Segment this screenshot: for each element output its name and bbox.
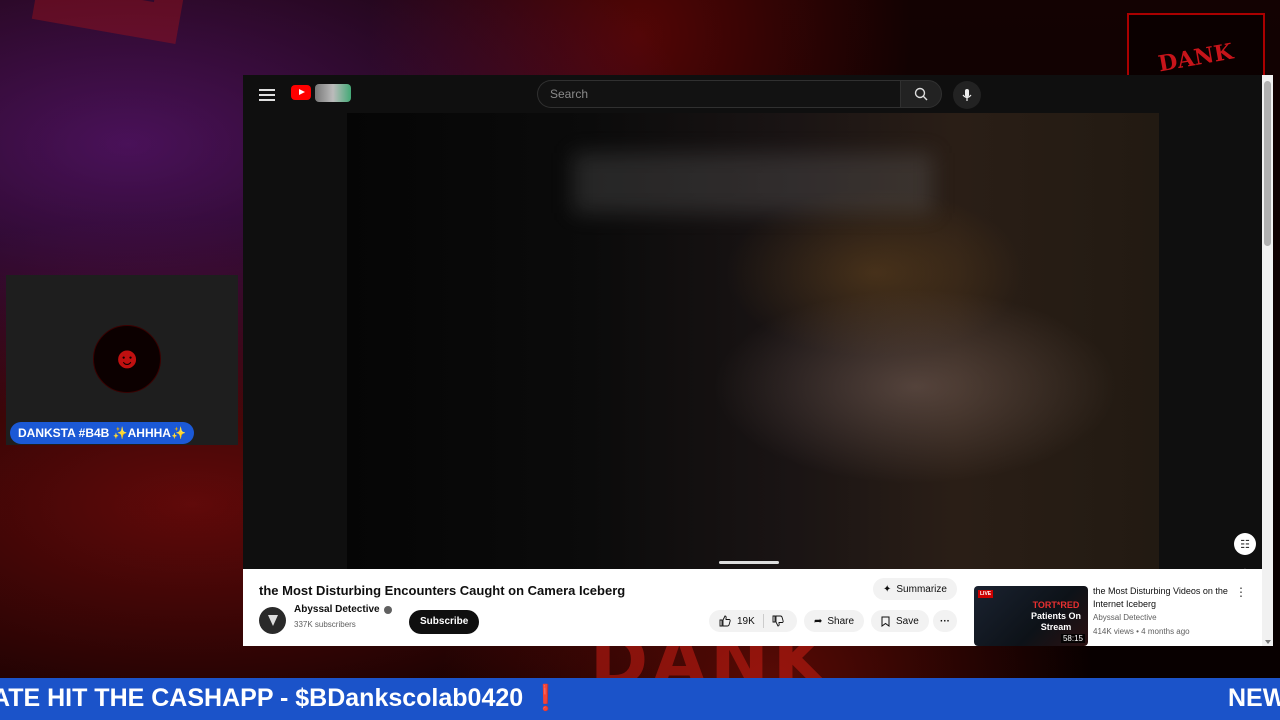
page-scrollbar[interactable] — [1262, 75, 1273, 646]
share-label: Share — [827, 615, 855, 627]
like-button[interactable]: 19K — [709, 614, 764, 628]
thumbnail-caption-white: Patients On Stream — [1030, 611, 1081, 632]
thumbs-down-icon — [772, 615, 784, 627]
like-dislike-group: 19K — [709, 610, 797, 632]
ticker-next-message: NEW — [1228, 684, 1280, 712]
recommended-video-title[interactable]: the Most Disturbing Videos on the Intern… — [1093, 585, 1228, 611]
channel-avatar[interactable] — [259, 607, 286, 634]
kebab-menu-icon[interactable]: ⋮ — [1235, 585, 1247, 599]
corner-logo-text: DANK — [1156, 38, 1236, 78]
share-icon: ➦ — [814, 615, 823, 627]
donation-ticker: ATE HIT THE CASHAPP - $BDankscolab0420 ❗… — [0, 678, 1280, 720]
summarize-button[interactable]: ✦ Summarize — [873, 578, 957, 600]
more-actions-button[interactable]: ··· — [933, 610, 957, 632]
summarize-label: Summarize — [896, 583, 947, 595]
youtube-logo-icon[interactable] — [291, 85, 311, 100]
streamer-avatar: ☻ — [93, 325, 161, 393]
bookmark-icon — [881, 616, 890, 627]
search-input[interactable] — [537, 80, 900, 108]
subscribe-button[interactable]: Subscribe — [409, 610, 480, 634]
streamer-name-badge: DANKSTA #B4B ✨AHHHA✨ — [10, 422, 194, 444]
video-duration: 58:15 — [1060, 634, 1085, 643]
recommended-video-channel[interactable]: Abyssal Detective — [1093, 613, 1157, 622]
chat-toggle-button[interactable]: ☷ — [1234, 533, 1256, 555]
youtube-browser-window: ☷ ✦ the Most Disturbing Encounters Caugh… — [243, 75, 1273, 646]
ticker-message-text: ATE HIT THE CASHAPP - $BDankscolab0420 — [0, 684, 524, 712]
sparkle-icon: ✦ — [883, 583, 892, 595]
thumbnail-caption: TORT*RED Patients On Stream — [1026, 600, 1086, 633]
scroll-down-arrow-icon[interactable] — [1265, 640, 1271, 644]
microphone-icon — [962, 89, 972, 101]
thumbs-up-icon — [719, 615, 731, 627]
video-title: the Most Disturbing Encounters Caught on… — [259, 583, 626, 598]
recommended-video-meta: 414K views • 4 months ago — [1093, 627, 1190, 636]
scrollbar-thumb[interactable] — [1264, 81, 1271, 246]
thumbnail-caption-red: TORT*RED — [1032, 600, 1080, 610]
devil-icon: ☻ — [111, 342, 143, 375]
search-icon — [914, 87, 928, 101]
video-progress-bar[interactable] — [719, 561, 779, 564]
save-label: Save — [896, 615, 919, 627]
voice-search-button[interactable] — [953, 81, 981, 109]
recommended-video-thumbnail[interactable]: LIVE TORT*RED Patients On Stream 58:15 — [974, 586, 1088, 646]
video-frame-highlight — [573, 153, 933, 213]
ticker-message: ATE HIT THE CASHAPP - $BDankscolab0420 ❗ — [0, 684, 561, 713]
exclamation-icon: ❗ — [530, 684, 562, 712]
channel-name[interactable]: Abyssal Detective — [294, 604, 380, 615]
share-button[interactable]: ➦ Share — [804, 610, 865, 632]
live-badge: LIVE — [978, 590, 994, 598]
webcam-panel: ☻ DANKSTA #B4B ✨AHHHA✨ — [6, 275, 238, 445]
channel-subscriber-count: 337K subscribers — [294, 620, 356, 629]
search-button[interactable] — [900, 80, 942, 108]
save-button[interactable]: Save — [871, 610, 929, 632]
dislike-button[interactable] — [764, 615, 792, 627]
video-player[interactable] — [347, 113, 1159, 569]
video-info-panel: the Most Disturbing Encounters Caught on… — [243, 569, 1273, 646]
grid-icon: ☷ — [1240, 538, 1250, 551]
hamburger-menu-icon[interactable] — [259, 86, 275, 102]
youtube-doodle-icon[interactable] — [315, 84, 351, 102]
verified-badge-icon — [384, 606, 392, 614]
like-count: 19K — [737, 615, 755, 627]
youtube-header — [243, 75, 1263, 113]
